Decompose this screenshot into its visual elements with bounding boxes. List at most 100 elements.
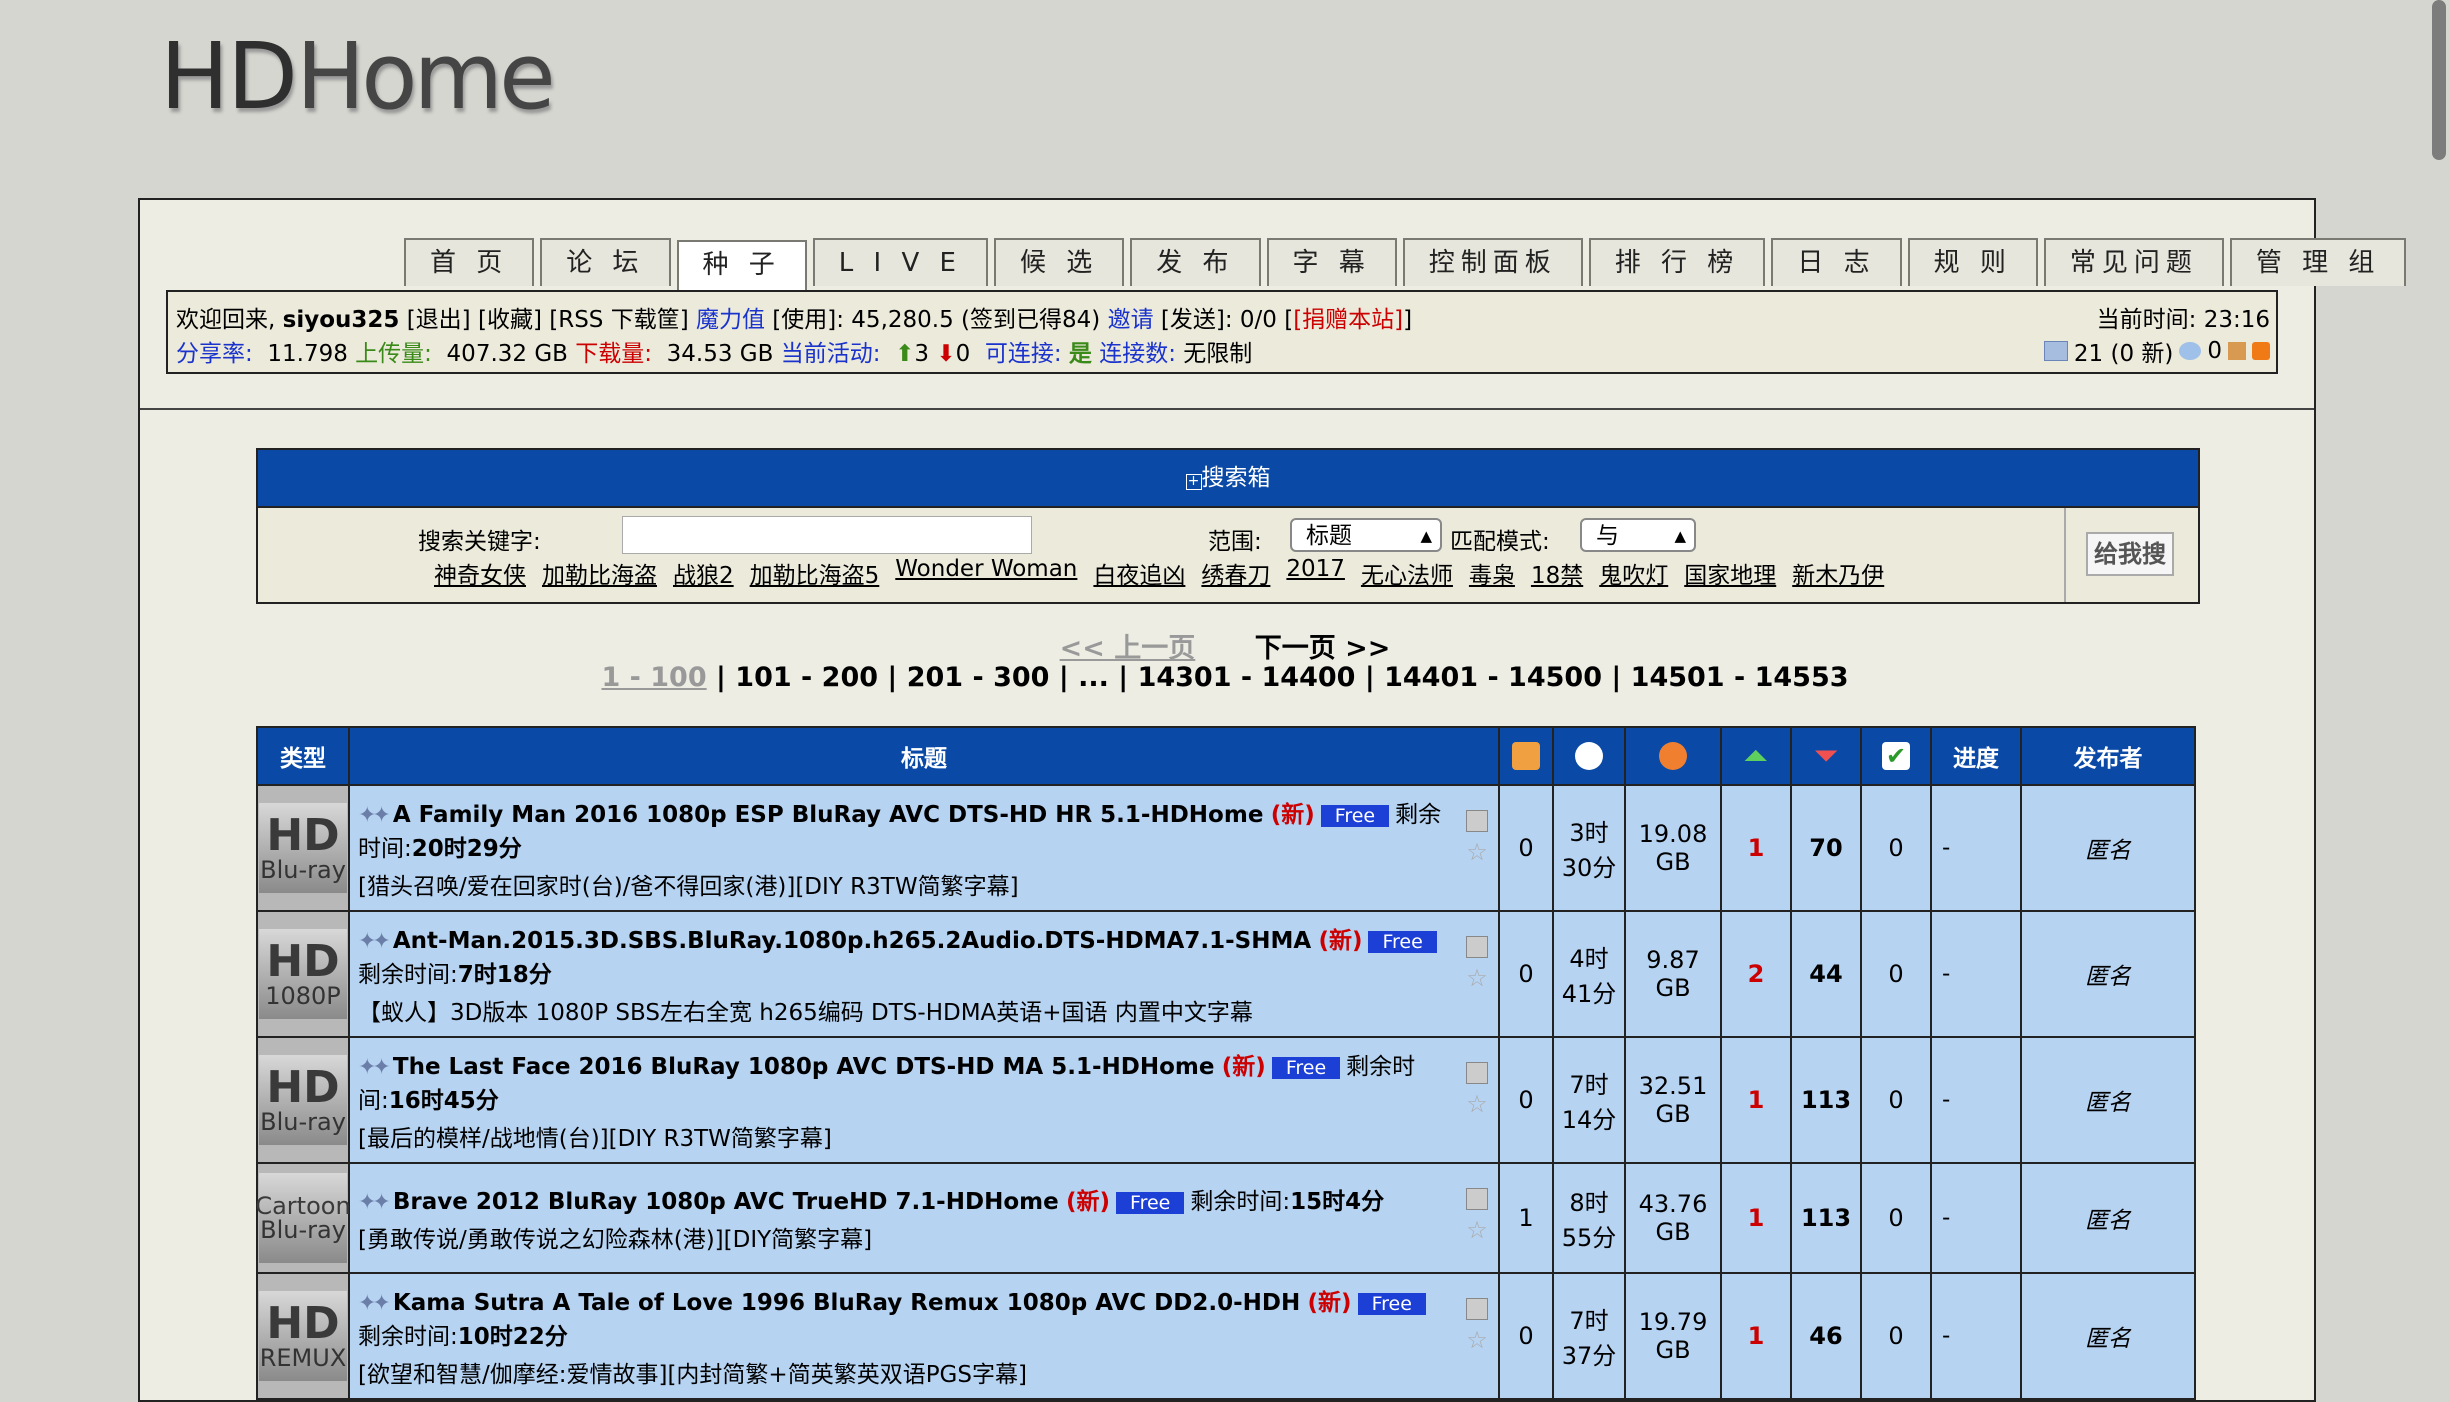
col-comments[interactable] (1498, 726, 1554, 786)
favorites-link[interactable]: [收藏] (478, 307, 542, 333)
torrent-title-link[interactable]: A Family Man 2016 1080p ESP BluRay AVC D… (393, 802, 1264, 828)
hot-search-link[interactable]: 战狼2 (673, 556, 734, 590)
col-leechers[interactable]: ⏷ (1790, 726, 1862, 786)
comments-count[interactable]: 0 (1498, 1036, 1554, 1164)
expand-icon[interactable]: + (1185, 474, 1202, 490)
site-logo[interactable]: HDHome (160, 22, 556, 132)
col-title[interactable]: 标题 (348, 726, 1500, 786)
seeders-count[interactable]: 2 (1720, 910, 1792, 1038)
download-icon[interactable] (1466, 1298, 1488, 1320)
torrent-title-link[interactable]: Kama Sutra A Tale of Love 1996 BluRay Re… (393, 1290, 1300, 1316)
category-icon[interactable]: HD Blu-ray (259, 1055, 347, 1145)
hot-search-link[interactable]: 2017 (1286, 556, 1345, 590)
leechers-count[interactable]: 44 (1790, 910, 1862, 1038)
nav-tab-3[interactable]: L I V E (812, 238, 988, 286)
nav-tab-7[interactable]: 控制面板 (1402, 238, 1583, 286)
mail-icon[interactable] (2043, 341, 2068, 361)
prev-page-link[interactable]: << 上一页 (1060, 633, 1196, 664)
torrent-title-link[interactable]: The Last Face 2016 BluRay 1080p AVC DTS-… (393, 1054, 1215, 1080)
nav-tab-4[interactable]: 候 选 (993, 238, 1125, 286)
search-box-header[interactable]: +搜索箱 (258, 450, 2198, 508)
rss-feed-icon[interactable] (2252, 342, 2270, 360)
nav-tab-9[interactable]: 日 志 (1771, 238, 1902, 286)
torrent-title-link[interactable]: Ant-Man.2015.3D.SBS.BluRay.1080p.h265.2A… (393, 928, 1311, 954)
category-cell[interactable]: HD Blu-ray (256, 784, 350, 912)
completed-count[interactable]: 0 (1860, 910, 1932, 1038)
leechers-count[interactable]: 113 (1790, 1162, 1862, 1274)
friends-icon[interactable] (2179, 342, 2202, 360)
page-range-link[interactable]: 14301 - 14400 (1138, 662, 1356, 693)
hot-search-link[interactable]: 无心法师 (1361, 556, 1453, 590)
col-seeders[interactable]: ⏶ (1720, 726, 1792, 786)
nav-tab-0[interactable]: 首 页 (404, 238, 535, 286)
nav-tab-6[interactable]: 字 幕 (1266, 238, 1397, 286)
hot-search-link[interactable]: 国家地理 (1684, 556, 1776, 590)
bookmark-star-icon[interactable]: ☆ (1466, 1218, 1488, 1242)
seeders-count[interactable]: 1 (1720, 1272, 1792, 1400)
username-link[interactable]: siyou325 (283, 307, 400, 333)
category-cell[interactable]: Cartoon Blu-ray (255, 1162, 351, 1274)
page-range-link[interactable]: ... (1078, 662, 1109, 693)
col-progress[interactable]: 进度 (1930, 726, 2022, 786)
download-icon[interactable] (1466, 1188, 1488, 1210)
col-completed[interactable]: ✔ (1860, 726, 1932, 786)
nav-tab-1[interactable]: 论 坛 (540, 238, 671, 286)
col-uploader[interactable]: 发布者 (2020, 726, 2196, 786)
bookmark-star-icon[interactable]: ☆ (1466, 840, 1488, 864)
category-cell[interactable]: HD REMUX (256, 1272, 350, 1400)
hot-search-link[interactable]: 绣春刀 (1201, 556, 1270, 590)
comments-count[interactable]: 0 (1498, 910, 1554, 1038)
mode-select[interactable]: 与 ▲ (1580, 518, 1696, 552)
comments-count[interactable]: 1 (1498, 1162, 1554, 1274)
category-icon[interactable]: Cartoon Blu-ray (255, 1173, 351, 1263)
category-cell[interactable]: HD Blu-ray (256, 1036, 350, 1164)
rss-basket-link[interactable]: [RSS 下载筐] (549, 307, 688, 333)
completed-count[interactable]: 0 (1860, 1036, 1932, 1164)
next-page-link[interactable]: 下一页 >> (1255, 633, 1391, 664)
nav-tab-2[interactable]: 种 子 (676, 240, 807, 290)
seeders-count[interactable]: 1 (1720, 1162, 1792, 1274)
leechers-count[interactable]: 70 (1790, 784, 1862, 912)
completed-count[interactable]: 0 (1860, 1162, 1932, 1274)
category-icon[interactable]: HD 1080P (259, 929, 347, 1019)
hot-search-link[interactable]: 18禁 (1531, 556, 1583, 590)
col-type[interactable]: 类型 (256, 726, 350, 786)
scope-select[interactable]: 标题 ▲ (1290, 518, 1442, 552)
donate-link[interactable]: [捐赠本站] (1293, 307, 1403, 333)
hot-search-link[interactable]: 毒枭 (1469, 556, 1515, 590)
hot-search-link[interactable]: 神奇女侠 (434, 556, 526, 590)
leechers-count[interactable]: 46 (1790, 1272, 1862, 1400)
magic-points-link[interactable]: 魔力值 (696, 307, 765, 333)
invite-link[interactable]: 邀请 (1108, 307, 1154, 333)
hot-search-link[interactable]: Wonder Woman (895, 556, 1077, 590)
hot-search-link[interactable]: 加勒比海盗5 (750, 556, 880, 590)
keyword-input[interactable] (622, 516, 1032, 554)
col-age[interactable] (1552, 726, 1626, 786)
logout-link[interactable]: [退出] (407, 307, 471, 333)
category-icon[interactable]: HD Blu-ray (259, 803, 347, 893)
completed-count[interactable]: 0 (1860, 1272, 1932, 1400)
download-icon[interactable] (1466, 1062, 1488, 1084)
seeders-count[interactable]: 1 (1720, 1036, 1792, 1164)
seeders-count[interactable]: 1 (1720, 784, 1792, 912)
download-icon[interactable] (1466, 936, 1488, 958)
friends-count[interactable]: 0 (2207, 338, 2222, 364)
hot-search-link[interactable]: 白夜追凶 (1093, 556, 1185, 590)
hot-search-link[interactable]: 加勒比海盗 (542, 556, 657, 590)
nav-tab-11[interactable]: 常见问题 (2043, 238, 2224, 286)
category-icon[interactable]: HD REMUX (259, 1291, 347, 1381)
page-range-link[interactable]: 14401 - 14500 (1384, 662, 1602, 693)
page-range-link[interactable]: 101 - 200 (735, 662, 878, 693)
scrollbar-thumb[interactable] (2432, 0, 2446, 160)
rss-reader-icon[interactable] (2228, 342, 2246, 360)
nav-tab-5[interactable]: 发 布 (1130, 238, 1261, 286)
bookmark-star-icon[interactable]: ☆ (1466, 966, 1488, 990)
bookmark-star-icon[interactable]: ☆ (1466, 1328, 1488, 1352)
nav-tab-10[interactable]: 规 则 (1907, 238, 2038, 286)
messages-count[interactable]: 21 (0 新) (2074, 334, 2173, 368)
nav-tab-8[interactable]: 排 行 榜 (1588, 238, 1766, 286)
torrent-title-link[interactable]: Brave 2012 BluRay 1080p AVC TrueHD 7.1-H… (393, 1189, 1059, 1215)
col-size[interactable] (1624, 726, 1722, 786)
comments-count[interactable]: 0 (1498, 784, 1554, 912)
hot-search-link[interactable]: 新木乃伊 (1792, 556, 1884, 590)
